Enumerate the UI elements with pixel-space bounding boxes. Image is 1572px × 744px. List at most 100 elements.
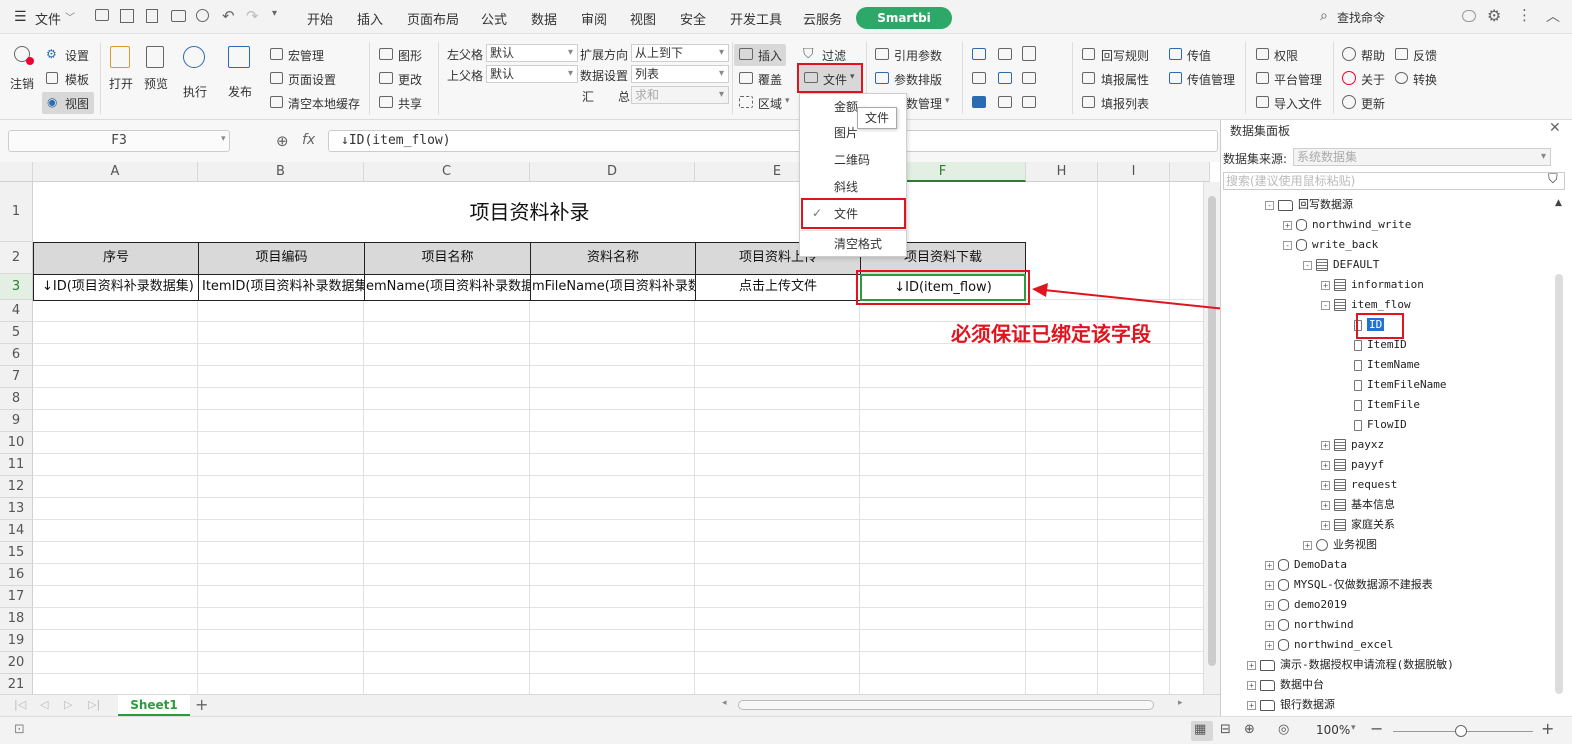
horizontal-scrollbar[interactable]: ◂ ▸ — [720, 698, 1190, 712]
tree-node[interactable]: + northwind_excel — [1265, 637, 1393, 653]
zoom-level[interactable]: 100% — [1316, 723, 1350, 737]
tree-node[interactable]: - 回写数据源 — [1265, 197, 1353, 213]
folder-icon — [1260, 679, 1275, 691]
table-icon — [1334, 439, 1346, 451]
annotation-text: 必须保证已绑定该字段 — [951, 322, 1151, 346]
tree-node-label: ItemFileName — [1367, 378, 1447, 391]
tree-node[interactable]: + northwind — [1265, 617, 1354, 633]
tree-node-label: write_back — [1312, 238, 1379, 251]
tree-node[interactable]: FlowID — [1341, 417, 1407, 433]
database-icon — [1278, 619, 1289, 631]
expand-icon[interactable]: + — [1265, 580, 1274, 590]
collapse-icon[interactable]: - — [1303, 260, 1312, 270]
tree-node[interactable]: + 演示-数据授权申请流程(数据脱敏) — [1247, 657, 1454, 673]
tree-node-label: ItemID — [1367, 338, 1407, 351]
sheet-tabs-bar: |◁ ◁ ▷ ▷| Sheet1 + ◂ ▸ — [0, 694, 1220, 716]
expand-icon[interactable]: + — [1265, 620, 1274, 630]
expand-icon[interactable]: + — [1265, 600, 1274, 610]
tree-node[interactable]: ItemFileName — [1341, 377, 1446, 393]
tree-node[interactable]: + demo2019 — [1265, 597, 1347, 613]
source-select[interactable]: 系统数据集 — [1293, 148, 1551, 166]
table-icon — [1334, 299, 1346, 311]
tree-node-label: 基本信息 — [1351, 498, 1395, 511]
tree-node[interactable]: ItemID — [1341, 337, 1407, 353]
tree-node[interactable]: ItemFile — [1341, 397, 1420, 413]
zoom-in-button[interactable]: + — [1541, 719, 1554, 738]
eye-protect-icon[interactable]: ◎ — [1278, 722, 1289, 737]
expand-icon[interactable]: + — [1321, 500, 1330, 510]
tree-node[interactable]: + 业务视图 — [1303, 537, 1377, 553]
menu-item-diagonal[interactable]: 斜线 — [800, 174, 906, 200]
tree-node-label: 银行数据源 — [1280, 698, 1335, 711]
tree-node-label: 业务视图 — [1333, 538, 1377, 551]
tree-node[interactable]: + payxz — [1321, 437, 1384, 453]
tree-node-label: 回写数据源 — [1298, 198, 1353, 211]
expand-icon[interactable]: + — [1283, 220, 1292, 230]
tree-node-label: MYSQL-仅做数据源不建报表 — [1294, 578, 1433, 591]
expand-icon[interactable]: + — [1265, 560, 1274, 570]
database-icon — [1278, 559, 1289, 571]
tree-node-label: DemoData — [1294, 558, 1347, 571]
menu-item-clear-format[interactable]: 清空格式 — [800, 231, 906, 257]
database-icon — [1278, 579, 1289, 591]
table-icon — [1334, 499, 1346, 511]
tree-node-label: northwind_excel — [1294, 638, 1394, 651]
panel-scrollbar[interactable]: ▲ — [1551, 194, 1569, 714]
database-icon — [1278, 599, 1289, 611]
first-sheet-icon[interactable]: |◁ — [14, 698, 26, 711]
collapse-icon[interactable]: - — [1265, 200, 1274, 210]
tree-node[interactable]: ItemName — [1341, 357, 1420, 373]
tree-node-label: payxz — [1351, 438, 1385, 451]
expand-icon[interactable]: + — [1247, 680, 1256, 690]
chevron-down-icon[interactable]: ▾ — [1351, 723, 1356, 733]
tree-node-label: 家庭关系 — [1351, 518, 1395, 531]
zoom-out-button[interactable]: − — [1370, 719, 1383, 738]
tree-node-label: FlowID — [1367, 418, 1407, 431]
zoom-slider-handle[interactable] — [1455, 725, 1467, 737]
last-sheet-icon[interactable]: ▷| — [88, 698, 100, 711]
status-bar: ⊡ ▦ ⊟ ⊕ ◎ 100% ▾ − + — [0, 716, 1572, 744]
filter-icon[interactable]: ⛉ — [1548, 172, 1558, 187]
tree-node[interactable]: + payyf — [1321, 457, 1384, 473]
panel-search-input[interactable]: 搜索(建议使用鼠标粘贴) — [1223, 172, 1565, 190]
expand-icon[interactable]: + — [1321, 480, 1330, 490]
expand-icon[interactable]: + — [1247, 700, 1256, 710]
tree-node-label: 演示-数据授权申请流程(数据脱敏) — [1280, 658, 1454, 671]
field-icon — [1354, 419, 1362, 431]
tree-node[interactable]: + 基本信息 — [1321, 497, 1395, 513]
prev-sheet-icon[interactable]: ◁ — [40, 698, 48, 711]
tree-node[interactable]: + 数据中台 — [1247, 677, 1324, 693]
expand-icon[interactable]: + — [1321, 520, 1330, 530]
next-sheet-icon[interactable]: ▷ — [64, 698, 72, 711]
tree-node[interactable]: + information — [1321, 277, 1424, 293]
menu-item-qrcode[interactable]: 二维码 — [800, 147, 906, 173]
page-break-icon[interactable]: ⊕ — [1244, 722, 1255, 737]
expand-icon[interactable]: + — [1321, 280, 1330, 290]
expand-icon[interactable]: + — [1303, 540, 1312, 550]
field-icon — [1354, 399, 1362, 411]
expand-icon[interactable]: + — [1321, 440, 1330, 450]
close-icon[interactable]: ✕ — [1549, 120, 1561, 136]
tree-node[interactable]: - write_back — [1283, 237, 1378, 253]
expand-icon[interactable]: + — [1247, 660, 1256, 670]
collapse-icon[interactable]: - — [1321, 300, 1330, 310]
page-layout-icon[interactable]: ⊟ — [1220, 722, 1231, 737]
tree-node[interactable]: - item_flow — [1321, 297, 1411, 313]
collapse-icon[interactable]: - — [1283, 240, 1292, 250]
expand-icon[interactable]: + — [1321, 460, 1330, 470]
expand-icon[interactable]: + — [1265, 640, 1274, 650]
tree-node-label: northwind_write — [1312, 218, 1412, 231]
tree-node[interactable]: + 银行数据源 — [1247, 697, 1335, 713]
tree-node[interactable]: + request — [1321, 477, 1397, 493]
field-icon — [1354, 339, 1362, 351]
tree-node[interactable]: + DemoData — [1265, 557, 1347, 573]
sheet-tab-sheet1[interactable]: Sheet1 — [118, 695, 190, 716]
tree-node[interactable]: - DEFAULT — [1303, 257, 1379, 273]
tree-node-label: request — [1351, 478, 1398, 491]
lock-icon[interactable]: ⊡ — [14, 722, 25, 737]
grid-view-icon[interactable]: ▦ — [1194, 722, 1206, 737]
tree-node[interactable]: + MYSQL-仅做数据源不建报表 — [1265, 577, 1433, 593]
add-sheet-button[interactable]: + — [195, 695, 208, 714]
tree-node[interactable]: + 家庭关系 — [1321, 517, 1395, 533]
tree-node[interactable]: + northwind_write — [1283, 217, 1411, 233]
